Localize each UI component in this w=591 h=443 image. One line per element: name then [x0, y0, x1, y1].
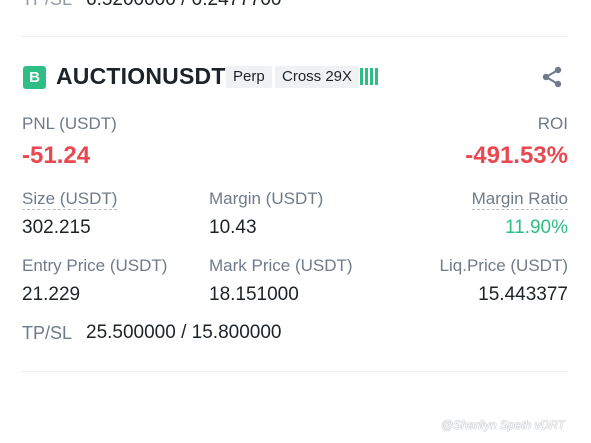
margin-ratio-label[interactable]: Margin Ratio — [471, 189, 568, 210]
margin-ratio-value: 11.90% — [504, 217, 568, 238]
tpsl-label: TP/SL — [22, 323, 73, 343]
pnl-label: PNL (USDT) — [22, 114, 117, 133]
symbol-title[interactable]: AUCTIONUSDT — [56, 63, 226, 90]
size-value: 302.215 — [22, 217, 91, 238]
margin-value: 10.43 — [209, 217, 257, 238]
leverage-tag[interactable]: Cross 29X — [275, 66, 360, 88]
signal-bars-icon — [360, 67, 380, 85]
entry-price-value: 21.229 — [22, 284, 81, 305]
liq-price-value: 15.443377 — [478, 284, 568, 305]
mark-price-label: Mark Price (USDT) — [209, 256, 353, 275]
perp-tag: Perp — [226, 66, 272, 88]
pnl-value: -51.24 — [22, 142, 91, 169]
margin-label: Margin (USDT) — [209, 189, 324, 208]
prev-tpsl-label: TP/SL — [22, 0, 72, 10]
prev-tpsl-value: 6.5200000 / 0.2477700 — [86, 0, 281, 11]
mark-price-value: 18.151000 — [209, 284, 299, 305]
liq-price-label: Liq.Price (USDT) — [439, 256, 568, 275]
tpsl-value[interactable]: 25.500000 / 15.800000 — [86, 322, 281, 344]
watermark-text: @Sherilyn Speth vDRT — [440, 418, 565, 432]
entry-price-label: Entry Price (USDT) — [22, 256, 168, 275]
share-icon[interactable] — [540, 65, 564, 89]
roi-label: ROI — [537, 114, 568, 133]
roi-value: -491.53% — [465, 142, 568, 169]
long-badge: B — [23, 66, 46, 89]
size-label[interactable]: Size (USDT) — [22, 189, 118, 210]
divider-top — [22, 36, 568, 37]
divider-bottom — [22, 371, 568, 372]
